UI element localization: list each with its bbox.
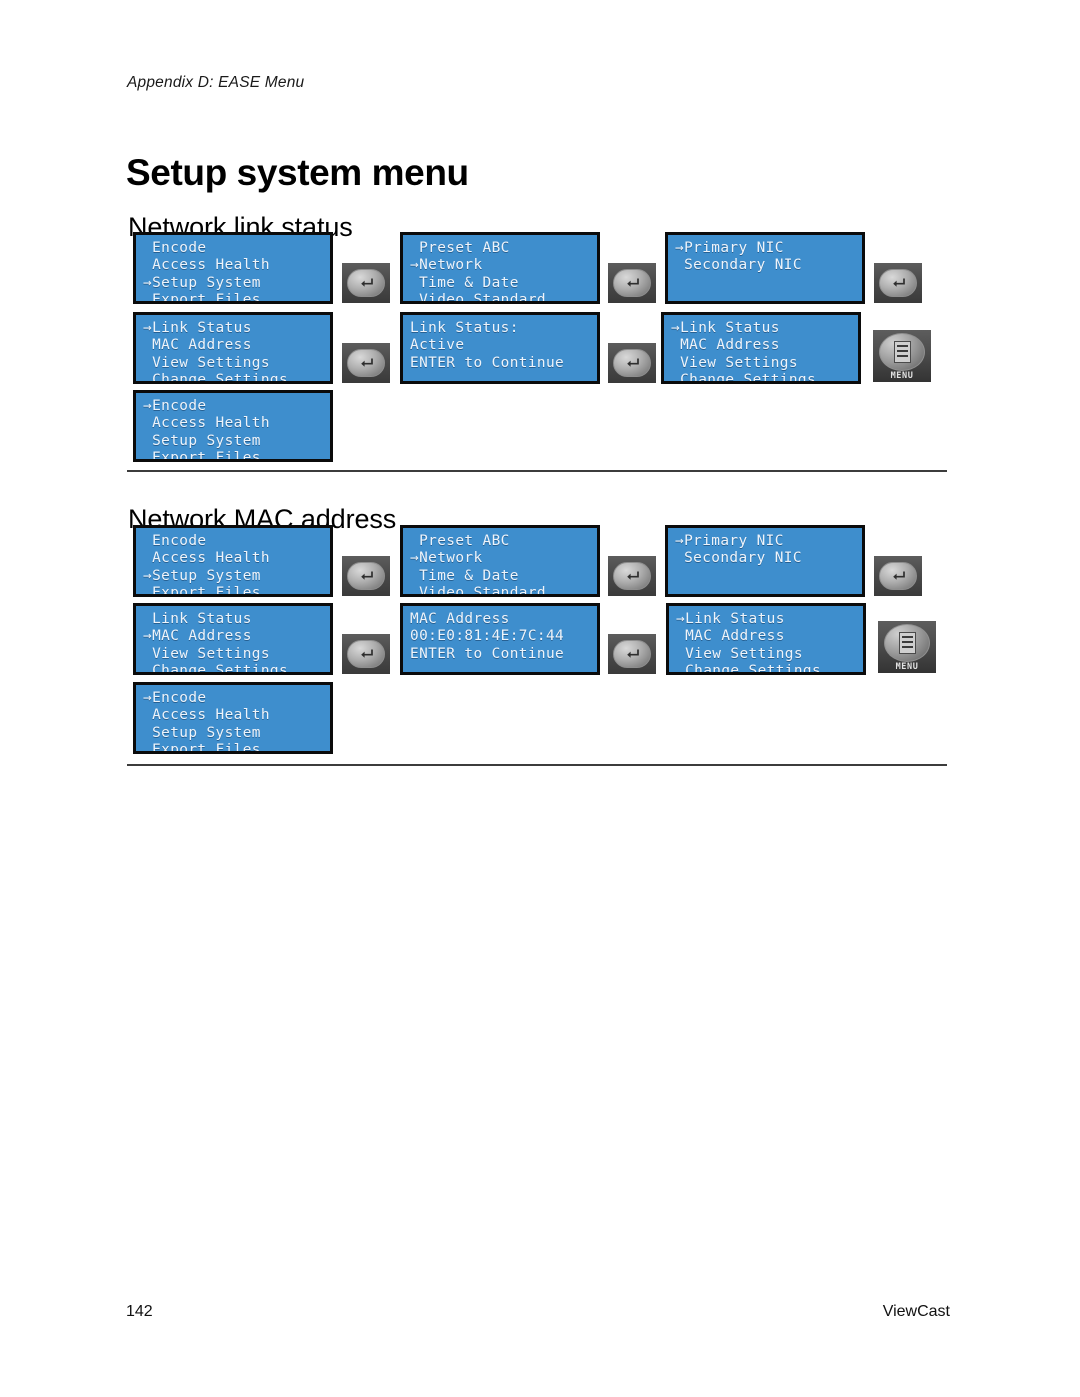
lcd-screen-main-menu-return: →Encode Access Health Setup System Expor… [133,390,333,462]
enter-button[interactable] [342,556,390,596]
enter-button[interactable] [608,263,656,303]
lcd-screen-setup-system-menu: Preset ABC →Network Time & Date Video St… [400,525,600,597]
lcd-line: Active [410,337,465,354]
lcd-line: →Encode [143,690,207,706]
lcd-line: Access Health [143,550,270,567]
lcd-line: →Link Status [143,320,252,336]
menu-button-label: MENU [895,662,919,672]
lcd-line: Change Settings [676,663,822,675]
enter-button[interactable] [608,343,656,383]
lcd-line: Change Settings [671,372,817,384]
lcd-screen-main-menu: Encode Access Health →Setup System Expor… [133,232,333,304]
lcd-line: →MAC Address [143,628,252,645]
lcd-line: Video Standard [410,292,546,304]
lcd-screen-main-menu-return: →Encode Access Health Setup System Expor… [133,682,333,754]
enter-button[interactable] [608,634,656,674]
lcd-screen-nic-options-menu-return: →Link Status MAC Address View Settings C… [666,603,866,675]
lcd-line: Change Settings [143,663,289,675]
lcd-screen-link-status-result: Link Status: Active ENTER to Continue [400,312,600,384]
lcd-line: MAC Address [671,337,780,354]
document-lines-icon [893,341,911,363]
lcd-screen-nic-options-menu: →Link Status MAC Address View Settings C… [133,312,333,384]
lcd-line: MAC Address [410,611,510,627]
lcd-line: ENTER to Continue [410,354,565,371]
enter-arrow-icon [347,269,385,297]
menu-list-icon [884,624,930,662]
lcd-line: View Settings [143,354,270,371]
lcd-screen-setup-system-menu: Preset ABC →Network Time & Date Video St… [400,232,600,304]
lcd-line: →Primary NIC [675,533,784,549]
lcd-screen-nic-options-menu-return: →Link Status MAC Address View Settings C… [661,312,861,384]
enter-arrow-icon [613,269,651,297]
enter-arrow-icon [347,640,385,668]
lcd-line: →Setup System [143,274,261,291]
lcd-line: Encode [143,240,207,256]
lcd-line: View Settings [671,354,798,371]
lcd-screen-main-menu: Encode Access Health →Setup System Expor… [133,525,333,597]
lcd-line: →Primary NIC [675,240,784,256]
lcd-line: Export Files [143,585,261,597]
lcd-screen-nic-options-menu: Link Status →MAC Address View Settings C… [133,603,333,675]
enter-button[interactable] [342,634,390,674]
lcd-screen-network-nic-menu: →Primary NIC Secondary NIC [665,232,865,304]
menu-button[interactable]: MENU [878,621,936,673]
enter-button[interactable] [874,263,922,303]
enter-button[interactable] [608,556,656,596]
lcd-line: ENTER to Continue [410,645,565,662]
lcd-line: →Encode [143,398,207,414]
menu-button-label: MENU [890,371,914,381]
footer-page-number: 142 [126,1303,153,1320]
lcd-line: Encode [143,533,207,549]
lcd-line: Link Status: [410,320,519,336]
lcd-line: Secondary NIC [675,257,802,274]
lcd-line: View Settings [676,645,803,662]
lcd-line: MAC Address [676,628,785,645]
running-head: Appendix D: EASE Menu [127,74,305,91]
lcd-line: →Network [410,257,483,274]
enter-arrow-icon [347,562,385,590]
lcd-screen-network-nic-menu: →Primary NIC Secondary NIC [665,525,865,597]
lcd-line: Time & Date [410,274,519,291]
lcd-line: Link Status [143,611,252,627]
lcd-line: Change Settings [143,372,289,384]
lcd-line: Setup System [143,724,261,741]
section-divider [127,764,947,766]
lcd-line: →Link Status [676,611,785,627]
lcd-line: Export Files [143,450,261,462]
menu-list-icon [879,333,925,371]
lcd-line: 00:E0:81:4E:7C:44 [410,628,565,645]
enter-button[interactable] [874,556,922,596]
footer-brand: ViewCast [882,1303,950,1320]
lcd-line: Time & Date [410,567,519,584]
enter-button[interactable] [342,263,390,303]
lcd-line: MAC Address [143,337,252,354]
enter-arrow-icon [347,349,385,377]
lcd-line: Setup System [143,432,261,449]
page-title: Setup system menu [126,151,469,193]
lcd-line: Video Standard [410,585,546,597]
lcd-line: Export Files [143,292,261,304]
lcd-line: Access Health [143,415,270,432]
lcd-line: Preset ABC [410,240,510,256]
enter-arrow-icon [613,562,651,590]
lcd-line: Preset ABC [410,533,510,549]
document-lines-icon [898,632,916,654]
section-divider [127,470,947,472]
lcd-screen-mac-address-result: MAC Address 00:E0:81:4E:7C:44 ENTER to C… [400,603,600,675]
enter-button[interactable] [342,343,390,383]
lcd-line: →Setup System [143,567,261,584]
lcd-line: Access Health [143,707,270,724]
menu-button[interactable]: MENU [873,330,931,382]
enter-arrow-icon [613,349,651,377]
lcd-line: Access Health [143,257,270,274]
lcd-line: Secondary NIC [675,550,802,567]
lcd-line: →Network [410,550,483,567]
document-page: Appendix D: EASE Menu Setup system menu … [0,0,1080,1397]
lcd-line: →Link Status [671,320,780,336]
enter-arrow-icon [613,640,651,668]
lcd-line: Export Files [143,742,261,754]
lcd-line: View Settings [143,645,270,662]
enter-arrow-icon [879,269,917,297]
enter-arrow-icon [879,562,917,590]
